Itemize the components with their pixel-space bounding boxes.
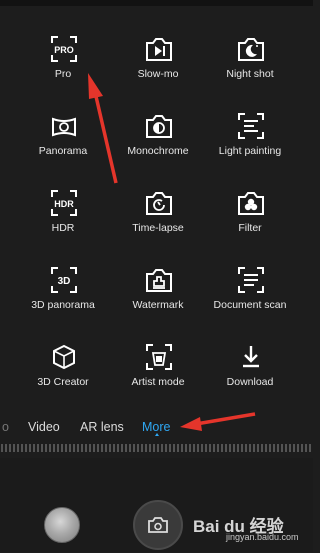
arrow-shaft-pro	[93, 91, 118, 184]
annotation-arrows	[88, 73, 256, 431]
arrow-head-more	[180, 417, 202, 431]
arrow-head-pro	[88, 73, 103, 99]
arrow-shaft-more	[195, 412, 256, 426]
